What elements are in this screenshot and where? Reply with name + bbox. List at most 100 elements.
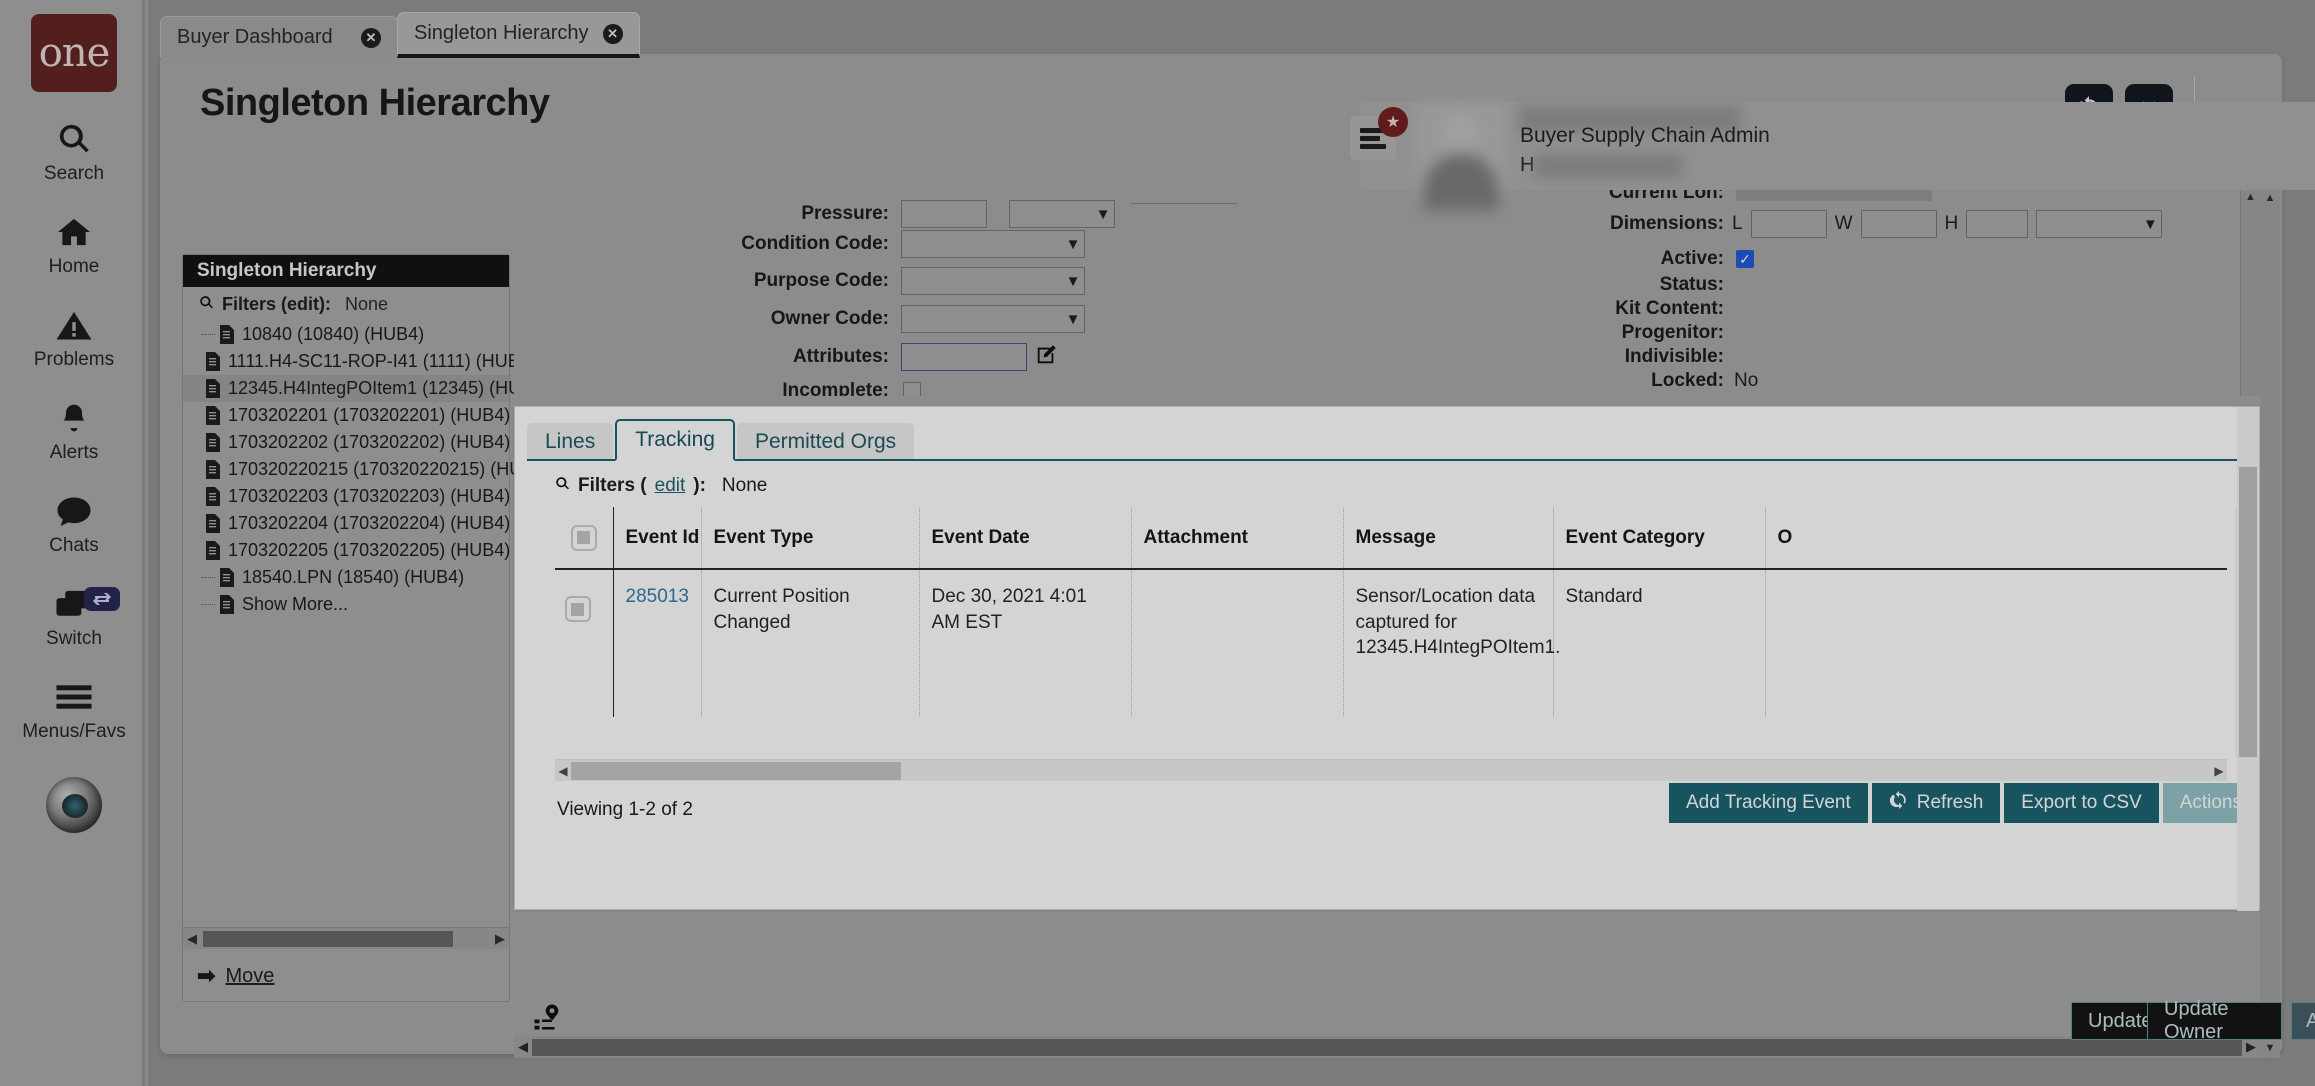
user-org-prefix: H [1520,154,1535,176]
field-label: Indivisible: [1624,346,1724,367]
tree-item-label: 1703202205 (1703202205) (HUB4) [228,540,511,560]
nav-item-search[interactable]: Search [0,118,148,185]
tree-item[interactable]: 1703202203 (1703202203) (HUB4) [183,483,510,510]
pressure-unit-select[interactable]: ▼ [1009,200,1115,228]
dimension-l-input[interactable] [1750,210,1827,238]
form-vertical-scrollbar[interactable]: ▲ [2240,188,2260,396]
app-logo[interactable]: one [31,14,117,92]
tab-singleton-hierarchy[interactable]: Singleton Hierarchy ✕ [397,12,640,58]
row-select-cell[interactable] [555,569,614,717]
nav-item-menus-favs[interactable]: Menus/Favs [0,676,148,743]
attributes-input[interactable] [901,343,1027,371]
add-tracking-event-button[interactable]: Add Tracking Event [1669,783,1868,823]
scroll-right-icon[interactable]: ▶ [491,931,509,947]
active-checkbox[interactable]: ✓ [1736,250,1754,268]
scroll-left-icon[interactable]: ◀ [555,764,571,778]
scrollbar-thumb[interactable] [2239,467,2257,757]
avatar[interactable] [46,777,102,833]
select-all-checkbox[interactable] [570,524,597,551]
tree-item[interactable]: 12345.H4IntegPOItem1 (12345) (HU [183,375,521,402]
tree-item[interactable]: 1703202204 (1703202204) (HUB4) [183,510,510,537]
purpose-code-select[interactable]: ▼ [901,267,1085,295]
scrollbar-thumb[interactable] [571,761,901,780]
export-to-csv-button[interactable]: Export to CSV [2004,783,2159,823]
tree-item[interactable]: 1703202202 (1703202202) (HUB4) [183,429,511,456]
tree-item-label: 1703202202 (1703202202) (HUB4) [228,432,511,452]
move-link[interactable]: Move [225,965,274,988]
bell-icon [58,397,90,439]
cell-event-id[interactable]: 285013 [613,569,702,717]
document-icon [206,487,220,506]
dimension-h-input[interactable] [1966,210,2029,238]
condition-code-select[interactable]: ▼ [901,230,1085,258]
tree-filters[interactable]: Filters (edit): None [183,287,509,321]
row-checkbox[interactable] [564,596,591,622]
scroll-left-icon[interactable]: ◀ [183,931,201,947]
column-event-id[interactable]: Event Id [613,507,702,570]
switch-toggle-badge[interactable] [84,587,120,611]
tree-item-label: 1111.H4-SC11-ROP-I41 (1111) (HUB4 [228,351,530,371]
tree-item[interactable]: Show More... [183,591,509,618]
user-org: H [1520,154,1683,177]
nav-item-alerts[interactable]: Alerts [0,397,148,464]
tab-buyer-dashboard[interactable]: Buyer Dashboard ✕ [160,16,398,58]
tree-item[interactable]: 1111.H4-SC11-ROP-I41 (1111) (HUB4 [183,348,530,375]
document-icon [206,406,220,425]
document-icon [220,595,234,614]
column-attachment[interactable]: Attachment [1131,507,1344,570]
map-pin-list-icon[interactable] [532,1002,562,1037]
actions-dropdown-button[interactable]: Actions ▾ [2291,1002,2315,1040]
document-icon [206,514,220,533]
owner-code-select[interactable]: ▼ [901,305,1085,333]
tree-item-label: 12345.H4IntegPOItem1 (12345) (HU [228,378,522,398]
column-message[interactable]: Message [1343,507,1554,570]
tree-item[interactable]: 170320220215 (170320220215) (HU [183,456,522,483]
nav-item-problems[interactable]: Problems [0,304,148,371]
grid-horizontal-scrollbar[interactable]: ◀ ▶ [555,759,2227,781]
scroll-up-icon[interactable]: ▲ [2241,188,2260,206]
column-o[interactable]: O [1765,507,2227,570]
edit-pencil-icon[interactable] [1035,344,1057,371]
dimension-w-input[interactable] [1860,210,1937,238]
scroll-up-icon[interactable]: ▲ [2260,188,2280,208]
chevron-down-icon: ▼ [1065,310,1081,328]
pane-vertical-scrollbar[interactable]: ▲ ▼ [2260,188,2280,1058]
scroll-right-icon[interactable]: ▶ [2211,764,2227,778]
nav-item-home[interactable]: Home [0,211,148,278]
close-icon[interactable]: ✕ [361,27,381,48]
nav-item-chats[interactable]: Chats [0,490,148,557]
button-label: Add Tracking Event [1686,792,1851,813]
column-event-category[interactable]: Event Category [1553,507,1766,570]
nav-label-problems: Problems [33,349,115,370]
refresh-button[interactable]: Refresh [1871,783,2001,823]
grid-filters-edit-link[interactable]: edit [655,475,686,497]
tab-tracking[interactable]: Tracking [615,419,735,461]
tree-item[interactable]: 18540.LPN (18540) (HUB4) [183,564,509,591]
cell-event-category: Standard [1553,569,1766,717]
close-icon[interactable]: ✕ [602,23,623,44]
tree-panel-title: Singleton Hierarchy [183,255,509,287]
tree-item[interactable]: 1703202201 (1703202201) (HUB4) [183,402,510,429]
tree-item[interactable]: 1703202205 (1703202205) (HUB4) [183,537,511,564]
document-icon [220,568,234,587]
favorites-star-icon[interactable]: ★ [1378,107,1408,137]
dimension-unit-select[interactable]: ▼ [2036,210,2163,238]
tab-permitted-orgs[interactable]: Permitted Orgs [736,423,915,461]
nav-item-switch[interactable]: Switch [0,583,148,650]
update-owner-button[interactable]: Update Owner [2147,998,2282,1043]
tree-item[interactable]: 10840 (10840) (HUB4) [183,321,509,348]
field-label: Locked: [1651,370,1724,391]
card-vertical-scrollbar[interactable] [2237,407,2259,911]
scrollbar-thumb[interactable] [203,930,453,947]
pressure-input[interactable] [901,200,987,228]
home-icon [56,211,92,253]
incomplete-checkbox[interactable] [903,382,921,396]
select-all-cell[interactable] [555,507,614,570]
column-event-type[interactable]: Event Type [701,507,920,570]
tab-lines[interactable]: Lines [527,423,614,461]
user-avatar[interactable] [1415,102,1507,210]
tree-horizontal-scrollbar[interactable]: ◀ ▶ [183,927,509,949]
table-row[interactable]: 285013 Current Position Changed Dec 30, … [555,569,2227,717]
event-id-link[interactable]: 285013 [626,586,689,607]
column-event-date[interactable]: Event Date [919,507,1132,570]
